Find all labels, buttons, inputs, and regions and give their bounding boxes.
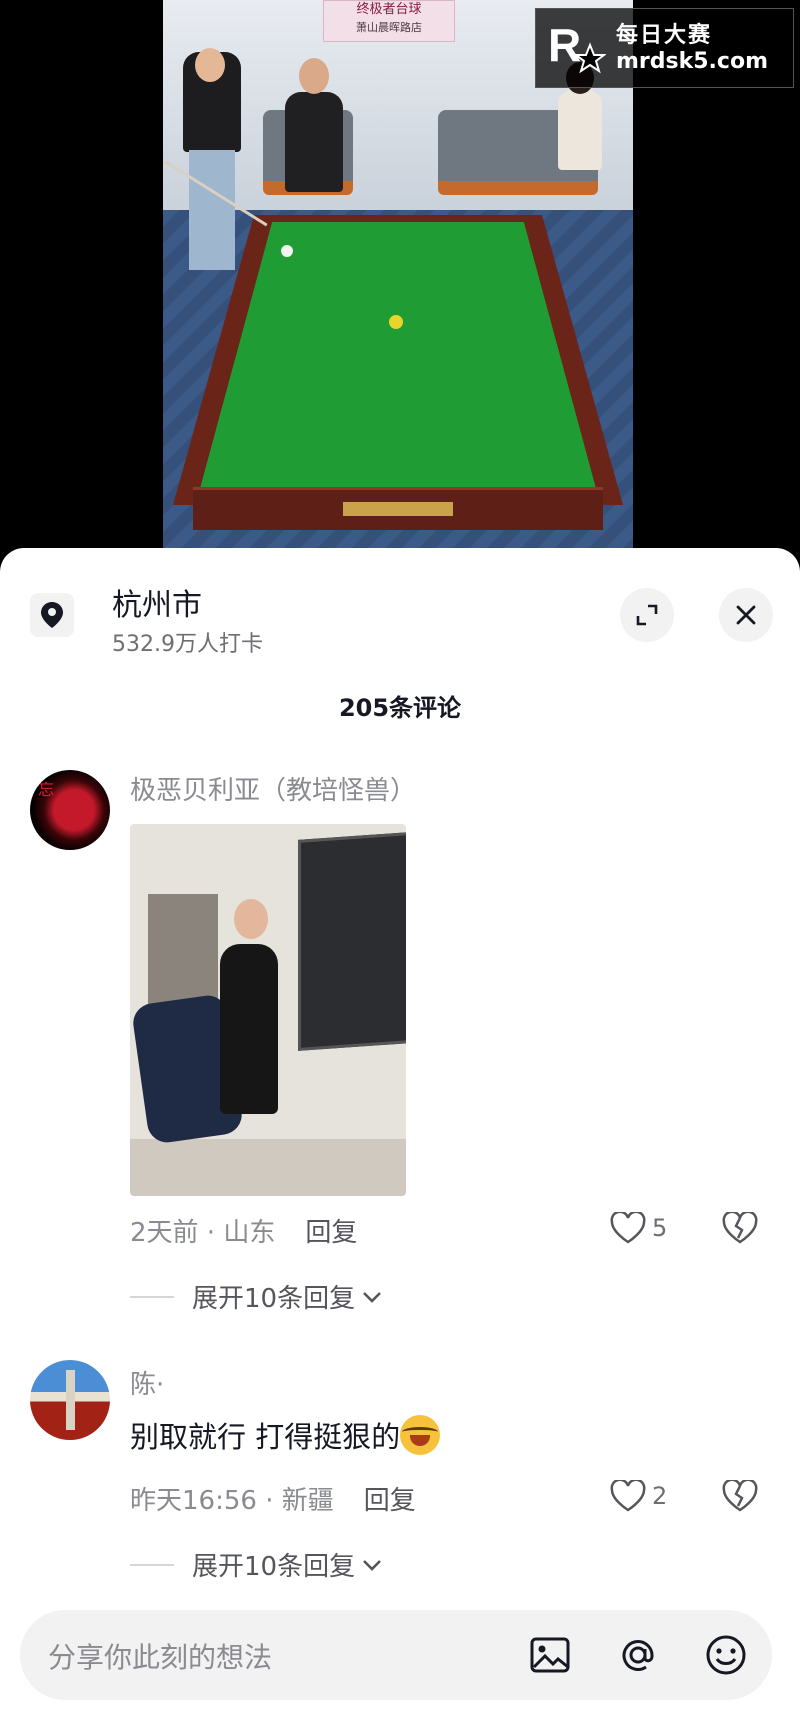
heart-icon — [610, 1480, 646, 1512]
dislike-heart-icon — [722, 1478, 758, 1512]
comment-sheet: 杭州市 532.9万人打卡 205条评论 忘 极恶贝利亚（教培怪兽） 2天前 ·… — [0, 548, 800, 1718]
comment-text: 别取就行 打得挺狠的 — [130, 1414, 441, 1456]
expand-icon — [636, 604, 658, 626]
comments-count: 205条评论 — [338, 694, 462, 722]
dislike-button[interactable] — [722, 1210, 758, 1248]
comment-username[interactable]: 极恶贝利亚（教培怪兽） — [130, 770, 416, 807]
expand-replies-label: 展开10条回复 — [192, 1284, 356, 1314]
close-icon — [736, 605, 756, 625]
video-player[interactable]: 终极者台球 萧山晨晖路店 R 每日大赛 mrdsk5.com — [0, 0, 800, 560]
dislike-heart-icon — [722, 1210, 758, 1244]
player-legs — [189, 150, 235, 270]
comment-meta: 昨天16:56 · 新疆 回复 — [130, 1480, 416, 1517]
close-button[interactable] — [719, 588, 773, 642]
dislike-button[interactable] — [722, 1478, 758, 1516]
comment-text-content: 别取就行 打得挺狠的 — [130, 1420, 401, 1454]
location-visits: 532.9万人打卡 — [112, 632, 263, 657]
avatar[interactable]: 忘 — [30, 770, 110, 850]
comment-time-location: 昨天16:56 · 新疆 — [130, 1486, 334, 1516]
comment-input[interactable]: 分享你此刻的想法 — [20, 1610, 772, 1700]
image-icon[interactable] — [528, 1633, 572, 1677]
location-pin-button[interactable] — [30, 593, 74, 637]
comment-time-location: 2天前 · 山东 — [130, 1218, 276, 1248]
comment-input-placeholder: 分享你此刻的想法 — [48, 1641, 273, 1674]
comment-meta: 2天前 · 山东 回复 — [130, 1212, 357, 1249]
comment-username[interactable]: 陈· — [130, 1364, 164, 1401]
like-count: 2 — [652, 1482, 668, 1510]
like-count: 5 — [652, 1214, 668, 1242]
reply-button[interactable]: 回复 — [305, 1218, 357, 1248]
avatar-text: 忘 — [38, 780, 55, 799]
svg-text:R: R — [548, 19, 581, 71]
expand-replies[interactable]: 展开10条回复 — [130, 1546, 383, 1583]
comment-image[interactable] — [130, 824, 406, 1196]
spectator-man-head — [299, 58, 329, 94]
spectator-man — [285, 92, 343, 192]
emoji-icon[interactable] — [704, 1633, 748, 1677]
shop-sign-line1: 终极者台球 — [356, 2, 422, 17]
laughing-crying-emoji-icon — [400, 1415, 441, 1455]
pool-table-front — [193, 487, 603, 530]
spectator-woman — [558, 90, 602, 170]
watermark-line1: 每日大赛 — [616, 23, 713, 48]
yellow-ball — [389, 315, 403, 329]
chevron-down-icon — [363, 1559, 382, 1571]
shop-sign-line2: 萧山晨晖路店 — [356, 21, 422, 34]
reply-button[interactable]: 回复 — [364, 1486, 416, 1516]
expand-replies-label: 展开10条回复 — [192, 1552, 356, 1582]
expand-button[interactable] — [620, 588, 674, 642]
location-pin-icon — [41, 602, 63, 628]
avatar[interactable] — [30, 1360, 110, 1440]
like-button[interactable]: 2 — [610, 1480, 667, 1512]
at-icon[interactable] — [616, 1633, 660, 1677]
heart-icon — [610, 1212, 646, 1244]
location-city[interactable]: 杭州市 — [112, 580, 202, 624]
chevron-down-icon — [363, 1291, 382, 1303]
player-head — [195, 48, 225, 82]
watermark-line2: mrdsk5.com — [616, 49, 768, 74]
like-button[interactable]: 5 — [610, 1212, 667, 1244]
cue-ball — [281, 245, 293, 257]
watermark: R 每日大赛 mrdsk5.com — [535, 8, 794, 88]
expand-replies[interactable]: 展开10条回复 — [130, 1278, 383, 1315]
watermark-logo-icon: R — [548, 19, 606, 74]
shop-sign: 终极者台球 萧山晨晖路店 — [323, 0, 455, 42]
